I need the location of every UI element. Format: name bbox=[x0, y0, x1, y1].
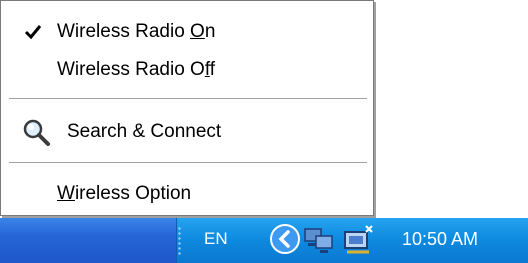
menu-item-label: Wireless Radio Off bbox=[57, 59, 216, 80]
show-hidden-icons-chevron-icon[interactable] bbox=[268, 222, 302, 256]
menu-item-wireless-option[interactable]: Wireless Option bbox=[1, 177, 373, 211]
menu-separator bbox=[9, 162, 367, 164]
network-connection-icon[interactable] bbox=[302, 224, 338, 256]
clock[interactable]: 10:50 AM bbox=[402, 229, 478, 250]
menu-item-label: Wireless Radio On bbox=[57, 21, 216, 42]
checkmark-icon bbox=[24, 25, 42, 40]
menu-item-wireless-radio-on[interactable]: Wireless Radio On bbox=[1, 15, 373, 49]
magnifier-icon bbox=[23, 119, 50, 146]
menu-item-label: Wireless Option bbox=[57, 183, 192, 204]
menu-item-search-connect[interactable]: Search & Connect bbox=[1, 115, 373, 149]
menu-item-wireless-radio-off[interactable]: Wireless Radio Off bbox=[1, 53, 373, 87]
tray-grip[interactable] bbox=[178, 226, 181, 256]
menu-separator bbox=[9, 98, 367, 100]
wireless-network-icon[interactable] bbox=[342, 222, 378, 256]
tray-context-menu: Wireless Radio On Wireless Radio Off Sea… bbox=[0, 0, 374, 216]
language-indicator[interactable]: EN bbox=[204, 229, 228, 249]
menu-item-label: Search & Connect bbox=[67, 121, 222, 142]
